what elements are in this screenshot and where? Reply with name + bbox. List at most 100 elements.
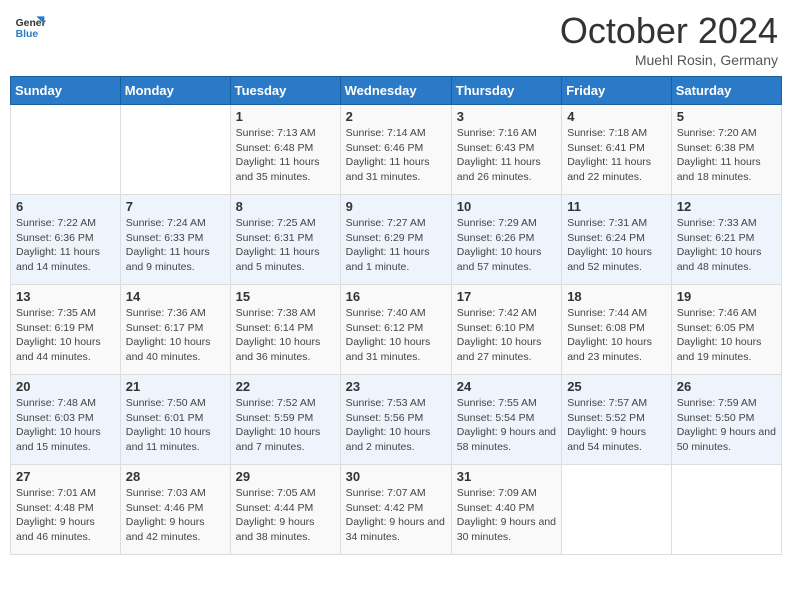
- day-number: 28: [126, 469, 225, 484]
- day-info: Sunrise: 7:24 AMSunset: 6:33 PMDaylight:…: [126, 216, 225, 275]
- calendar-week-row: 20Sunrise: 7:48 AMSunset: 6:03 PMDayligh…: [11, 375, 782, 465]
- day-info: Sunrise: 7:44 AMSunset: 6:08 PMDaylight:…: [567, 306, 666, 365]
- weekday-header: Thursday: [451, 77, 561, 105]
- day-number: 4: [567, 109, 666, 124]
- day-number: 10: [457, 199, 556, 214]
- day-info: Sunrise: 7:03 AMSunset: 4:46 PMDaylight:…: [126, 486, 225, 545]
- day-number: 2: [346, 109, 446, 124]
- calendar-cell: 10 Sunrise: 7:29 AMSunset: 6:26 PMDayligh…: [451, 195, 561, 285]
- day-number: 21: [126, 379, 225, 394]
- calendar-cell: 6Sunrise: 7:22 AMSunset: 6:36 PMDaylight…: [11, 195, 121, 285]
- day-number: 1: [236, 109, 335, 124]
- day-info: Sunrise: 7:18 AMSunset: 6:41 PMDaylight:…: [567, 126, 666, 185]
- calendar-cell: 3 Sunrise: 7:16 AMSunset: 6:43 PMDaylight…: [451, 105, 561, 195]
- calendar-cell: 7 Sunrise: 7:24 AMSunset: 6:33 PMDaylight…: [120, 195, 230, 285]
- weekday-header-row: SundayMondayTuesdayWednesdayThursdayFrid…: [11, 77, 782, 105]
- day-info: Sunrise: 7:22 AMSunset: 6:36 PMDaylight:…: [16, 216, 115, 275]
- calendar-week-row: 6Sunrise: 7:22 AMSunset: 6:36 PMDaylight…: [11, 195, 782, 285]
- day-number: 7: [126, 199, 225, 214]
- day-info: Sunrise: 7:59 AMSunset: 5:50 PMDaylight:…: [677, 396, 776, 455]
- day-number: 27: [16, 469, 115, 484]
- calendar-cell: 28 Sunrise: 7:03 AMSunset: 4:46 PMDayligh…: [120, 465, 230, 555]
- day-info: Sunrise: 7:57 AMSunset: 5:52 PMDaylight:…: [567, 396, 666, 455]
- calendar-cell: 30 Sunrise: 7:07 AMSunset: 4:42 PMDayligh…: [340, 465, 451, 555]
- calendar-cell: 12 Sunrise: 7:33 AMSunset: 6:21 PMDayligh…: [671, 195, 781, 285]
- day-info: Sunrise: 7:29 AMSunset: 6:26 PMDaylight:…: [457, 216, 556, 275]
- calendar-cell: 18 Sunrise: 7:44 AMSunset: 6:08 PMDayligh…: [562, 285, 672, 375]
- day-number: 23: [346, 379, 446, 394]
- calendar-cell: 20Sunrise: 7:48 AMSunset: 6:03 PMDayligh…: [11, 375, 121, 465]
- day-info: Sunrise: 7:55 AMSunset: 5:54 PMDaylight:…: [457, 396, 556, 455]
- location: Muehl Rosin, Germany: [560, 52, 778, 68]
- calendar-cell: [671, 465, 781, 555]
- svg-text:Blue: Blue: [16, 29, 39, 40]
- calendar-cell: 5 Sunrise: 7:20 AMSunset: 6:38 PMDaylight…: [671, 105, 781, 195]
- calendar-week-row: 1 Sunrise: 7:13 AMSunset: 6:48 PMDaylight…: [11, 105, 782, 195]
- day-number: 15: [236, 289, 335, 304]
- weekday-header: Saturday: [671, 77, 781, 105]
- calendar-cell: [120, 105, 230, 195]
- day-info: Sunrise: 7:50 AMSunset: 6:01 PMDaylight:…: [126, 396, 225, 455]
- day-number: 16: [346, 289, 446, 304]
- calendar-cell: 15Sunrise: 7:38 AMSunset: 6:14 PMDayligh…: [230, 285, 340, 375]
- logo-icon: General Blue: [14, 10, 46, 42]
- calendar-cell: 31Sunrise: 7:09 AMSunset: 4:40 PMDayligh…: [451, 465, 561, 555]
- title-block: October 2024 Muehl Rosin, Germany: [560, 10, 778, 68]
- calendar-cell: 4 Sunrise: 7:18 AMSunset: 6:41 PMDaylight…: [562, 105, 672, 195]
- logo: General Blue: [14, 10, 46, 42]
- calendar-cell: 14Sunrise: 7:36 AMSunset: 6:17 PMDayligh…: [120, 285, 230, 375]
- day-info: Sunrise: 7:33 AMSunset: 6:21 PMDaylight:…: [677, 216, 776, 275]
- calendar-cell: 2Sunrise: 7:14 AMSunset: 6:46 PMDaylight…: [340, 105, 451, 195]
- calendar-cell: 22 Sunrise: 7:52 AMSunset: 5:59 PMDayligh…: [230, 375, 340, 465]
- day-number: 11: [567, 199, 666, 214]
- day-number: 26: [677, 379, 776, 394]
- day-info: Sunrise: 7:16 AMSunset: 6:43 PMDaylight:…: [457, 126, 556, 185]
- weekday-header: Monday: [120, 77, 230, 105]
- calendar-cell: 9Sunrise: 7:27 AMSunset: 6:29 PMDaylight…: [340, 195, 451, 285]
- month-title: October 2024: [560, 10, 778, 52]
- calendar-cell: [11, 105, 121, 195]
- day-info: Sunrise: 7:31 AMSunset: 6:24 PMDaylight:…: [567, 216, 666, 275]
- day-info: Sunrise: 7:07 AMSunset: 4:42 PMDaylight:…: [346, 486, 446, 545]
- day-info: Sunrise: 7:27 AMSunset: 6:29 PMDaylight:…: [346, 216, 446, 275]
- day-info: Sunrise: 7:40 AMSunset: 6:12 PMDaylight:…: [346, 306, 446, 365]
- day-info: Sunrise: 7:20 AMSunset: 6:38 PMDaylight:…: [677, 126, 776, 185]
- calendar-cell: 1 Sunrise: 7:13 AMSunset: 6:48 PMDaylight…: [230, 105, 340, 195]
- calendar-cell: 17Sunrise: 7:42 AMSunset: 6:10 PMDayligh…: [451, 285, 561, 375]
- calendar-cell: 19Sunrise: 7:46 AMSunset: 6:05 PMDayligh…: [671, 285, 781, 375]
- weekday-header: Tuesday: [230, 77, 340, 105]
- day-number: 13: [16, 289, 115, 304]
- day-info: Sunrise: 7:05 AMSunset: 4:44 PMDaylight:…: [236, 486, 335, 545]
- calendar-cell: 29 Sunrise: 7:05 AMSunset: 4:44 PMDayligh…: [230, 465, 340, 555]
- day-number: 5: [677, 109, 776, 124]
- day-number: 29: [236, 469, 335, 484]
- day-number: 12: [677, 199, 776, 214]
- calendar-cell: 8 Sunrise: 7:25 AMSunset: 6:31 PMDaylight…: [230, 195, 340, 285]
- calendar-week-row: 27Sunrise: 7:01 AMSunset: 4:48 PMDayligh…: [11, 465, 782, 555]
- calendar-cell: [562, 465, 672, 555]
- calendar-cell: 25Sunrise: 7:57 AMSunset: 5:52 PMDayligh…: [562, 375, 672, 465]
- day-number: 8: [236, 199, 335, 214]
- day-info: Sunrise: 7:36 AMSunset: 6:17 PMDaylight:…: [126, 306, 225, 365]
- day-number: 30: [346, 469, 446, 484]
- weekday-header: Friday: [562, 77, 672, 105]
- calendar-cell: 27Sunrise: 7:01 AMSunset: 4:48 PMDayligh…: [11, 465, 121, 555]
- calendar-cell: 26 Sunrise: 7:59 AMSunset: 5:50 PMDayligh…: [671, 375, 781, 465]
- day-info: Sunrise: 7:48 AMSunset: 6:03 PMDaylight:…: [16, 396, 115, 455]
- weekday-header: Wednesday: [340, 77, 451, 105]
- calendar-cell: 24Sunrise: 7:55 AMSunset: 5:54 PMDayligh…: [451, 375, 561, 465]
- day-info: Sunrise: 7:13 AMSunset: 6:48 PMDaylight:…: [236, 126, 335, 185]
- calendar-cell: 13 Sunrise: 7:35 AMSunset: 6:19 PMDayligh…: [11, 285, 121, 375]
- calendar-week-row: 13 Sunrise: 7:35 AMSunset: 6:19 PMDayligh…: [11, 285, 782, 375]
- day-number: 3: [457, 109, 556, 124]
- calendar-cell: 21 Sunrise: 7:50 AMSunset: 6:01 PMDayligh…: [120, 375, 230, 465]
- day-number: 17: [457, 289, 556, 304]
- day-info: Sunrise: 7:25 AMSunset: 6:31 PMDaylight:…: [236, 216, 335, 275]
- day-number: 22: [236, 379, 335, 394]
- day-info: Sunrise: 7:35 AMSunset: 6:19 PMDaylight:…: [16, 306, 115, 365]
- calendar-cell: 23Sunrise: 7:53 AMSunset: 5:56 PMDayligh…: [340, 375, 451, 465]
- day-info: Sunrise: 7:52 AMSunset: 5:59 PMDaylight:…: [236, 396, 335, 455]
- calendar-cell: 16 Sunrise: 7:40 AMSunset: 6:12 PMDayligh…: [340, 285, 451, 375]
- day-number: 18: [567, 289, 666, 304]
- day-info: Sunrise: 7:09 AMSunset: 4:40 PMDaylight:…: [457, 486, 556, 545]
